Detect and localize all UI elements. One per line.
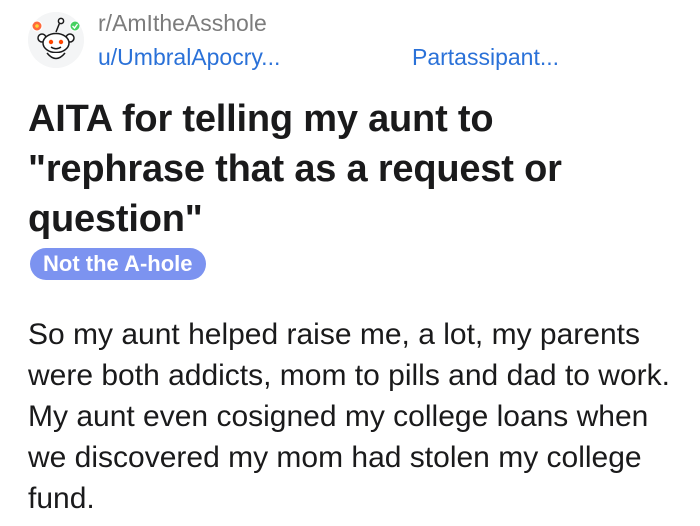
- post-header: r/AmItheAsshole u/UmbralApocry... Partas…: [28, 8, 688, 78]
- snoo-avatar-graphic: [28, 12, 84, 68]
- user-flair: Partassipant...: [412, 44, 560, 70]
- snoo-avatar-icon[interactable]: [28, 12, 84, 68]
- post-body-text: So my aunt helped raise me, a lot, my pa…: [28, 318, 670, 515]
- link-flair-badge[interactable]: Not the A-hole: [30, 248, 206, 280]
- subreddit-name[interactable]: r/AmItheAsshole: [98, 10, 267, 37]
- post-title[interactable]: AITA for telling my aunt to "rephrase th…: [28, 94, 678, 244]
- author-username[interactable]: u/UmbralApocry...: [98, 44, 280, 71]
